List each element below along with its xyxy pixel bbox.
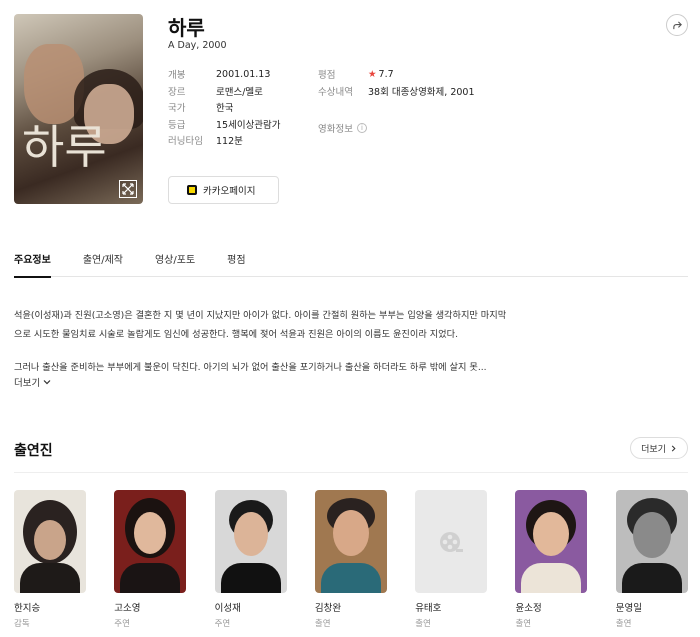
cast-item[interactable]: 김창완 출연 — [314, 490, 387, 629]
info-label: 평점 — [318, 70, 336, 82]
movie-poster[interactable]: 하루 — [14, 14, 143, 204]
info-row-country: 국가 한국 — [168, 99, 281, 116]
detail-tabs: 주요정보 출연/제작 영상/포토 평점 — [14, 240, 688, 278]
kakaopage-button-label: 카카오페이지 — [203, 186, 256, 197]
kakaopage-logo-icon — [187, 185, 197, 195]
section-divider — [14, 472, 688, 473]
cast-role: 주연 — [214, 619, 231, 629]
cast-name[interactable]: 문영일 — [616, 600, 688, 614]
cast-item[interactable]: 한지승 감독 — [14, 490, 86, 629]
movie-info-label: 영화정보 — [318, 124, 353, 135]
movie-title: 하루 — [168, 16, 205, 40]
cast-name[interactable]: 유태호 — [415, 600, 487, 614]
cast-photo[interactable] — [114, 490, 187, 593]
info-value: 2001.01.13 — [216, 68, 271, 80]
movie-info-help[interactable]: 영화정보 i — [318, 121, 367, 135]
cast-name[interactable]: 한지승 — [14, 600, 86, 614]
info-label: 수상내역 — [318, 86, 353, 98]
cast-list: 한지승 감독 고소영 주연 이성재 주연 김창완 출연 유태호 출연 윤소정 출… — [14, 490, 688, 629]
film-reel-icon — [440, 531, 464, 552]
info-label: 장르 — [168, 86, 186, 98]
cast-item[interactable]: 윤소정 출연 — [515, 490, 588, 629]
info-label: 개봉 — [168, 70, 186, 82]
cast-photo[interactable] — [214, 490, 287, 593]
cast-role: 출연 — [615, 619, 632, 629]
info-row-rating-grade: 등급 15세이상관람가 — [168, 116, 281, 133]
cast-photo[interactable] — [515, 490, 588, 593]
cast-name[interactable]: 이성재 — [215, 600, 287, 614]
cast-name[interactable]: 김창완 — [315, 600, 387, 614]
info-label: 등급 — [168, 119, 186, 131]
chevron-right-icon — [671, 445, 676, 451]
synopsis-paragraph: 그러나 출산을 준비하는 부부에게 불운이 닥친다. 아기의 뇌가 없어 출산을… — [14, 362, 487, 373]
cast-item[interactable]: 고소영 주연 — [114, 490, 187, 629]
cast-role: 출연 — [314, 619, 331, 629]
movie-info-extra: 평점 ★ 7.7 수상내역 38회 대종상영화제, 2001 — [318, 66, 475, 99]
cast-photo[interactable] — [314, 490, 387, 593]
info-label: 러닝타임 — [168, 136, 203, 148]
info-value: 로맨스/멜로 — [216, 86, 263, 98]
info-value: 15세이상관람가 — [216, 119, 281, 131]
cast-section-title: 출연진 — [14, 443, 53, 459]
cast-item[interactable]: 유태호 출연 — [415, 490, 488, 629]
rating-value: 7.7 — [378, 68, 394, 80]
cast-more-button[interactable]: 더보기 — [630, 437, 688, 459]
movie-info-list: 개봉 2001.01.13 장르 로맨스/멜로 국가 한국 등급 15세이상관람… — [168, 66, 281, 149]
tab-cast-crew[interactable]: 출연/제작 — [83, 240, 123, 277]
cast-photo[interactable] — [14, 490, 86, 593]
cast-role: 출연 — [515, 619, 532, 629]
cast-name[interactable]: 윤소정 — [515, 600, 587, 614]
info-label: 국가 — [168, 103, 186, 115]
cast-role: 출연 — [415, 619, 431, 629]
cast-more-label: 더보기 — [641, 444, 666, 455]
share-button[interactable] — [666, 14, 688, 36]
kakaopage-button[interactable]: 카카오페이지 — [168, 176, 279, 204]
poster-title-art: 하루 — [22, 120, 107, 174]
cast-item[interactable]: 문영일 출연 — [615, 490, 688, 629]
award-link[interactable]: 38회 대종상영화제, 2001 — [368, 84, 475, 98]
tab-ratings[interactable]: 평점 — [227, 240, 245, 277]
synopsis: 석윤(이성재)과 진원(고소영)은 결혼한 지 몇 년이 지났지만 아이가 없다… — [14, 306, 514, 391]
share-icon — [672, 20, 682, 29]
more-label: 더보기 — [14, 378, 41, 389]
info-row-runtime: 러닝타임 112분 — [168, 132, 281, 149]
info-row-score: 평점 ★ 7.7 — [318, 66, 475, 83]
tab-video-photo[interactable]: 영상/포토 — [155, 240, 195, 277]
tab-main-info[interactable]: 주요정보 — [14, 240, 51, 278]
cast-role: 감독 — [14, 619, 30, 629]
cast-photo[interactable] — [615, 490, 688, 593]
info-value: 한국 — [216, 103, 234, 115]
movie-subtitle: A Day, 2000 — [168, 40, 227, 51]
info-value: 112분 — [216, 136, 243, 148]
cast-name[interactable]: 고소영 — [114, 600, 186, 614]
cast-item[interactable]: 이성재 주연 — [214, 490, 287, 629]
info-row-awards: 수상내역 38회 대종상영화제, 2001 — [318, 83, 475, 100]
synopsis-more-button[interactable]: 더보기 — [14, 375, 51, 389]
chevron-down-icon — [43, 380, 51, 385]
info-icon[interactable]: i — [356, 123, 367, 133]
info-row-genre: 장르 로맨스/멜로 — [168, 83, 281, 100]
cast-role: 주연 — [114, 619, 130, 629]
info-row-release: 개봉 2001.01.13 — [168, 66, 281, 83]
synopsis-paragraph: 석윤(이성재)과 진원(고소영)은 결혼한 지 몇 년이 지났지만 아이가 없다… — [14, 310, 507, 340]
cast-photo[interactable] — [415, 490, 488, 593]
star-icon: ★ — [368, 68, 377, 80]
expand-icon[interactable] — [119, 180, 137, 198]
